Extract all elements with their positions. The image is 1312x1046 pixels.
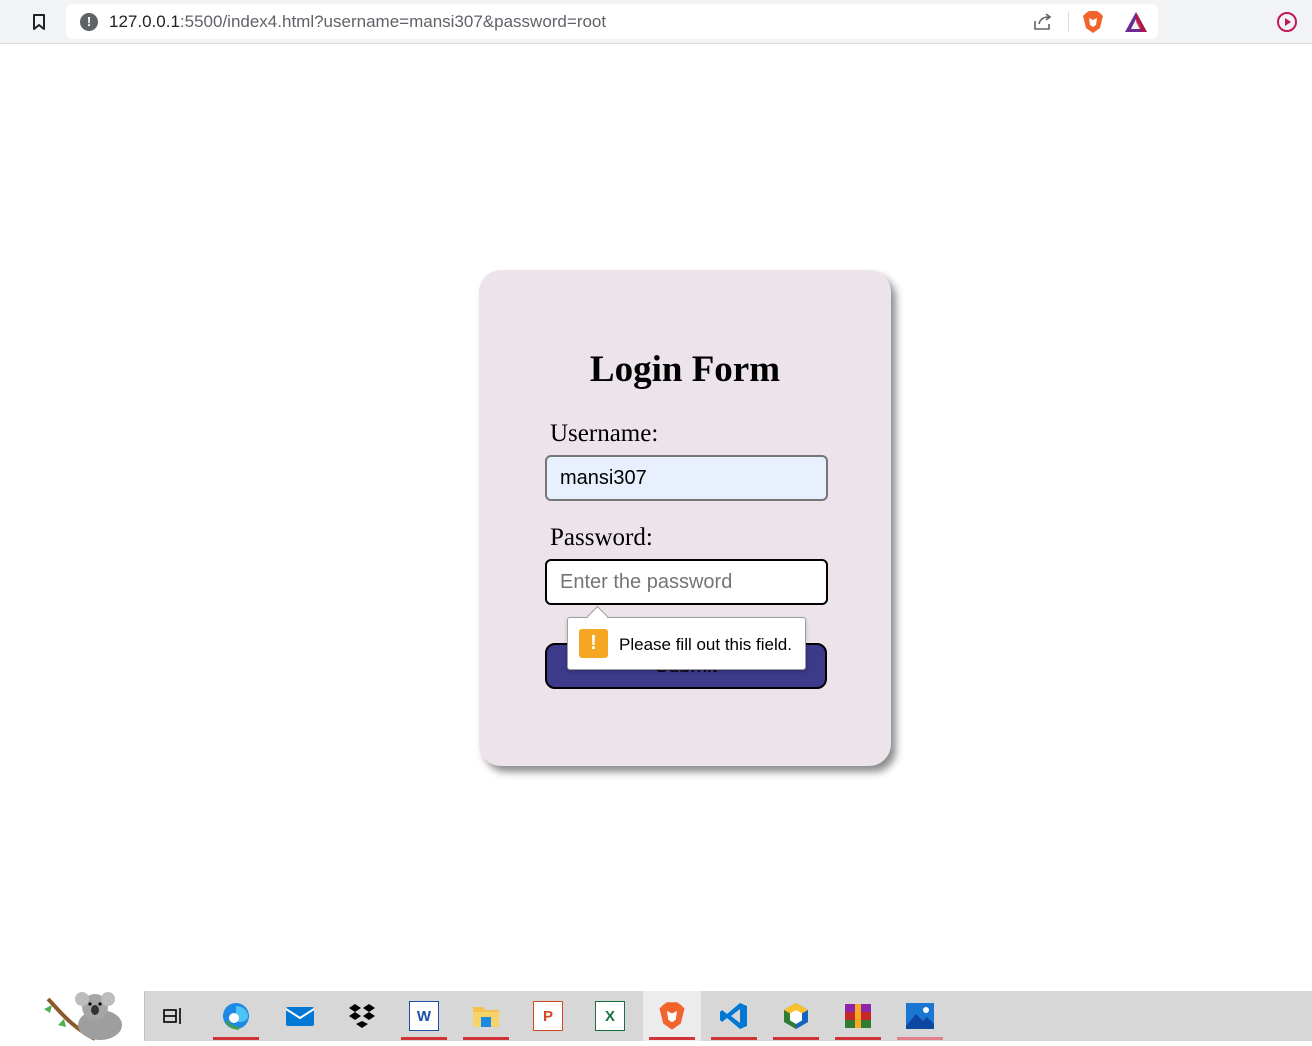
hexagon-icon [781,1001,811,1031]
username-input[interactable] [545,455,828,501]
address-bar[interactable]: ! 127.0.0.1:5500/index4.html?username=ma… [66,4,1158,39]
task-view-icon [159,1001,189,1031]
running-indicator [835,1037,881,1040]
koala-wallpaper-icon[interactable] [0,991,145,1041]
brave-icon [657,1001,687,1031]
running-indicator [897,1037,943,1040]
vscode-icon [719,1001,749,1031]
running-indicator [463,1037,509,1040]
running-indicator [711,1037,757,1040]
taskbar-app-hexagon[interactable] [767,991,825,1041]
excel-icon: X [595,1001,625,1031]
taskbar-edge[interactable] [207,991,265,1041]
site-info-icon[interactable]: ! [80,13,98,31]
edge-icon [221,1001,251,1031]
share-icon[interactable] [1032,12,1054,32]
folder-icon [471,1001,501,1031]
taskbar-dropbox[interactable] [333,991,391,1041]
username-label: Username: [550,420,659,447]
warning-icon: ! [579,629,608,658]
password-input[interactable] [545,559,828,605]
word-icon: W [409,1001,439,1031]
photos-icon [905,1001,935,1031]
mail-icon [285,1001,315,1031]
dropbox-icon [347,1001,377,1031]
taskbar-excel[interactable]: X [581,991,639,1041]
toolbar-separator [1068,12,1069,32]
taskbar-powerpoint[interactable]: P [519,991,577,1041]
powerpoint-icon: P [533,1001,563,1031]
browser-toolbar: ! 127.0.0.1:5500/index4.html?username=ma… [0,0,1312,44]
form-title: Login Form [589,349,781,390]
running-indicator [213,1037,259,1040]
taskbar-file-explorer[interactable] [457,991,515,1041]
url-text[interactable]: 127.0.0.1:5500/index4.html?username=mans… [109,12,606,32]
taskbar-winrar[interactable] [829,991,887,1041]
validation-message: Please fill out this field. [619,635,792,654]
taskbar-brave[interactable] [643,991,701,1041]
taskbar-task-view[interactable] [145,991,203,1041]
brave-rewards-icon[interactable] [1124,11,1148,33]
password-label: Password: [550,524,653,551]
winrar-icon [843,1001,873,1031]
brave-shield-icon[interactable] [1082,10,1104,34]
media-play-icon[interactable] [1276,11,1298,33]
taskbar-photos[interactable] [891,991,949,1041]
taskbar-vscode[interactable] [705,991,763,1041]
login-card: Login Form Username: Password: Submit [479,270,891,766]
taskbar: W P X [0,991,1312,1041]
taskbar-word[interactable]: W [395,991,453,1041]
validation-tooltip: ! Please fill out this field. [567,617,806,670]
taskbar-mail[interactable] [271,991,329,1041]
running-indicator [649,1037,695,1040]
running-indicator [401,1037,447,1040]
running-indicator [773,1037,819,1040]
bookmark-icon[interactable] [28,10,50,34]
